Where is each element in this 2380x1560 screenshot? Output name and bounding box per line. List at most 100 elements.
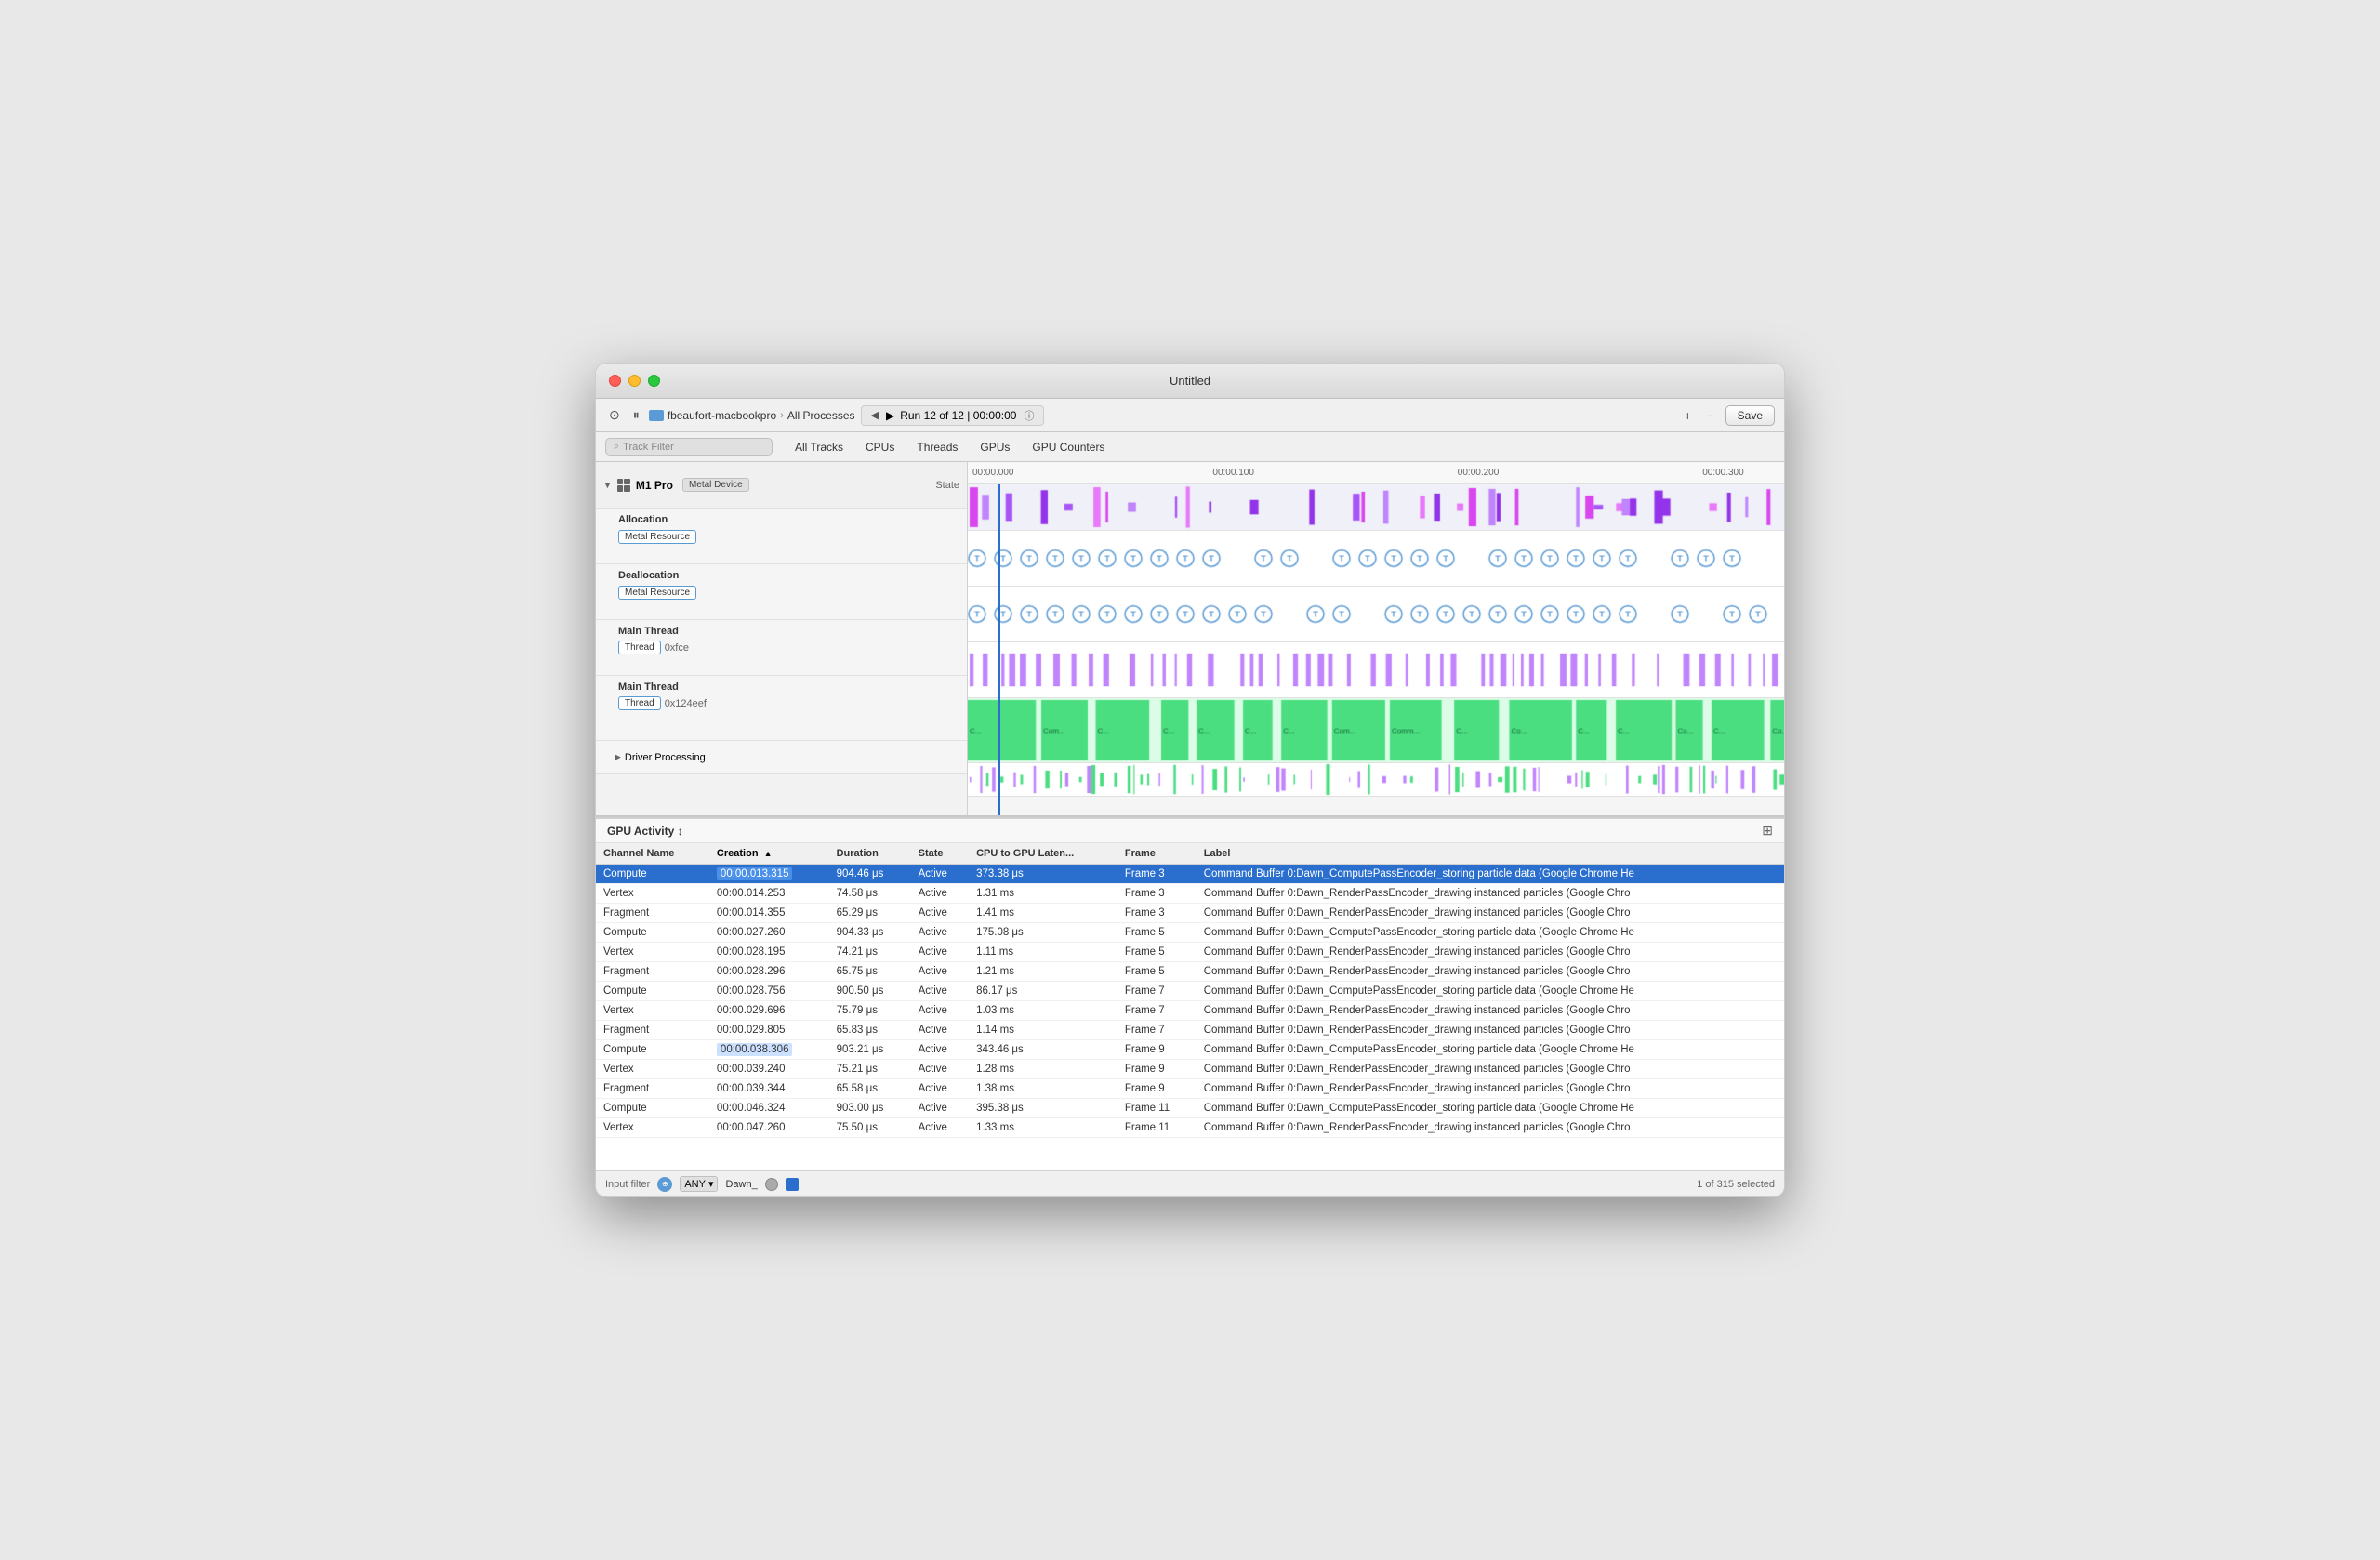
tracks-container: ▼ M1 Pro Metal Device State Allocation M…	[596, 462, 1784, 815]
table-row[interactable]: Compute00:00.038.306903.21 μsActive343.4…	[596, 1040, 1784, 1060]
window-title: Untitled	[1170, 374, 1210, 388]
driver-timeline	[968, 763, 1784, 797]
device-name: fbeaufort-macbookpro	[668, 409, 776, 422]
add-button[interactable]: +	[1680, 406, 1695, 425]
time-0: 00:00.000	[972, 468, 1014, 478]
search-icon: ⌕	[614, 441, 619, 453]
any-filter-dropdown[interactable]: ANY ▾	[680, 1176, 718, 1192]
driver-expand-icon: ▶	[615, 752, 621, 762]
col-duration[interactable]: Duration	[829, 843, 911, 865]
table-row[interactable]: Compute00:00.046.324903.00 μsActive395.3…	[596, 1099, 1784, 1118]
deallocation-label: Deallocation	[618, 570, 959, 581]
main-thread-green-row: Main Thread Thread 0x124eef	[596, 676, 967, 741]
run-play-icon: ▶	[886, 409, 894, 422]
allocation-canvas	[968, 531, 1784, 586]
dropdown-arrow-icon: ▾	[708, 1178, 714, 1190]
main-thread-purple-row: Main Thread Thread 0xfce	[596, 620, 967, 676]
tab-gpus[interactable]: GPUs	[971, 438, 1019, 456]
main-thread-green-canvas	[968, 698, 1784, 762]
allocation-badge: Metal Resource	[618, 530, 696, 544]
table-row[interactable]: Fragment00:00.039.34465.58 μsActive1.38 …	[596, 1079, 1784, 1099]
m1-timeline	[968, 484, 1784, 531]
time-1: 00:00.100	[1212, 468, 1254, 478]
thread-badge-1: Thread	[618, 641, 661, 654]
save-button[interactable]: Save	[1726, 405, 1775, 426]
col-creation[interactable]: Creation ▲	[709, 843, 829, 865]
table-row[interactable]: Compute00:00.027.260904.33 μsActive175.0…	[596, 923, 1784, 943]
table-row[interactable]: Vertex00:00.039.24075.21 μsActive1.28 ms…	[596, 1060, 1784, 1079]
close-button[interactable]	[609, 375, 621, 387]
table-row[interactable]: Fragment00:00.014.35565.29 μsActive1.41 …	[596, 904, 1784, 923]
deallocation-canvas	[968, 587, 1784, 641]
bottom-bar: Input filter ⊕ ANY ▾ Dawn_ 1 of 315 sele…	[596, 1170, 1784, 1196]
tab-threads[interactable]: Threads	[907, 438, 967, 456]
chevron-icon: ›	[780, 410, 784, 421]
deallocation-timeline	[968, 587, 1784, 642]
tab-gpu-counters[interactable]: GPU Counters	[1023, 438, 1114, 456]
driver-label: Driver Processing	[625, 752, 706, 763]
col-state[interactable]: State	[911, 843, 969, 865]
tab-all-tracks[interactable]: All Tracks	[786, 438, 853, 456]
gpu-activity-section: GPU Activity ↕ ⊞ Channel Name Creation ▲…	[596, 817, 1784, 1170]
main-thread-green-label: Main Thread	[618, 681, 959, 693]
sort-arrow-icon: ▲	[764, 849, 773, 858]
filter-value[interactable]: Dawn_	[725, 1179, 757, 1190]
deallocation-badge: Metal Resource	[618, 586, 696, 600]
col-label[interactable]: Label	[1197, 843, 1784, 865]
main-thread-purple-label: Main Thread	[618, 626, 959, 637]
table-row[interactable]: Vertex00:00.029.69675.79 μsActive1.03 ms…	[596, 1001, 1784, 1021]
table-row[interactable]: Vertex00:00.028.19574.21 μsActive1.11 ms…	[596, 943, 1784, 962]
toggle-circle	[765, 1178, 778, 1191]
traffic-lights	[609, 375, 660, 387]
driver-canvas	[968, 763, 1784, 796]
prev-run-button[interactable]: ◀	[869, 409, 880, 421]
col-channel[interactable]: Channel Name	[596, 843, 709, 865]
nav-tabs: ⌕ Track Filter All Tracks CPUs Threads G…	[596, 432, 1784, 462]
table-row[interactable]: Compute00:00.028.756900.50 μsActive86.17…	[596, 982, 1784, 1001]
gpu-table-container[interactable]: Channel Name Creation ▲ Duration State C…	[596, 843, 1784, 1170]
gpu-activity-title: GPU Activity ↕	[607, 825, 683, 838]
titlebar: Untitled	[596, 364, 1784, 399]
thread-id-1: 0xfce	[665, 642, 689, 654]
selection-info: 1 of 315 selected	[1697, 1179, 1775, 1190]
run-details: Run 12 of 12 | 00:00:00	[900, 409, 1016, 422]
allocation-timeline	[968, 531, 1784, 587]
main-thread-purple-canvas	[968, 642, 1784, 697]
table-row[interactable]: Vertex00:00.014.25374.58 μsActive1.31 ms…	[596, 884, 1784, 904]
collapse-arrow-icon: ▼	[603, 481, 612, 490]
main-thread-purple-timeline	[968, 642, 1784, 698]
main-thread-green-timeline	[968, 698, 1784, 763]
driver-processing-row[interactable]: ▶ Driver Processing	[596, 741, 967, 774]
main-window: Untitled ⊙ ⏸ fbeaufort-macbookpro › All …	[595, 363, 1785, 1197]
device-path: fbeaufort-macbookpro › All Processes	[649, 409, 855, 422]
col-latency[interactable]: CPU to GPU Laten...	[969, 843, 1117, 865]
maximize-button[interactable]	[648, 375, 660, 387]
m1-pro-row[interactable]: ▼ M1 Pro Metal Device State	[596, 462, 967, 509]
table-row[interactable]: Fragment00:00.029.80565.83 μsActive1.14 …	[596, 1021, 1784, 1040]
input-filter-label: Input filter	[605, 1179, 650, 1190]
table-header-row: Channel Name Creation ▲ Duration State C…	[596, 843, 1784, 865]
toolbar-left: ⊙ ⏸ fbeaufort-macbookpro › All Processes…	[605, 405, 1673, 426]
toolbar-right: + − Save	[1680, 405, 1775, 426]
collapse-gpu-button[interactable]: ⊞	[1762, 823, 1773, 839]
minimize-button[interactable]	[628, 375, 641, 387]
gpu-table: Channel Name Creation ▲ Duration State C…	[596, 843, 1784, 1138]
state-header: State	[935, 480, 959, 491]
device-icon	[649, 410, 664, 421]
back-button[interactable]: ⊙	[605, 405, 624, 425]
col-frame[interactable]: Frame	[1117, 843, 1197, 865]
deallocation-row: Deallocation Metal Resource	[596, 564, 967, 620]
allocation-label: Allocation	[618, 514, 959, 525]
track-filter-input[interactable]: ⌕ Track Filter	[605, 438, 773, 456]
table-row[interactable]: Fragment00:00.028.29665.75 μsActive1.21 …	[596, 962, 1784, 982]
pause-button[interactable]: ⏸	[629, 405, 643, 425]
minimize-panel-button[interactable]: −	[1702, 406, 1717, 425]
tab-cpus[interactable]: CPUs	[856, 438, 904, 456]
process-name[interactable]: All Processes	[787, 409, 855, 422]
table-row[interactable]: Compute00:00.013.315904.46 μsActive373.3…	[596, 865, 1784, 884]
toggle-square	[786, 1178, 799, 1191]
info-button[interactable]: ⓘ	[1022, 408, 1036, 423]
table-row[interactable]: Vertex00:00.047.26075.50 μsActive1.33 ms…	[596, 1118, 1784, 1138]
filter-icon: ⊕	[657, 1177, 672, 1192]
tracks-sidebar: ▼ M1 Pro Metal Device State Allocation M…	[596, 462, 968, 815]
